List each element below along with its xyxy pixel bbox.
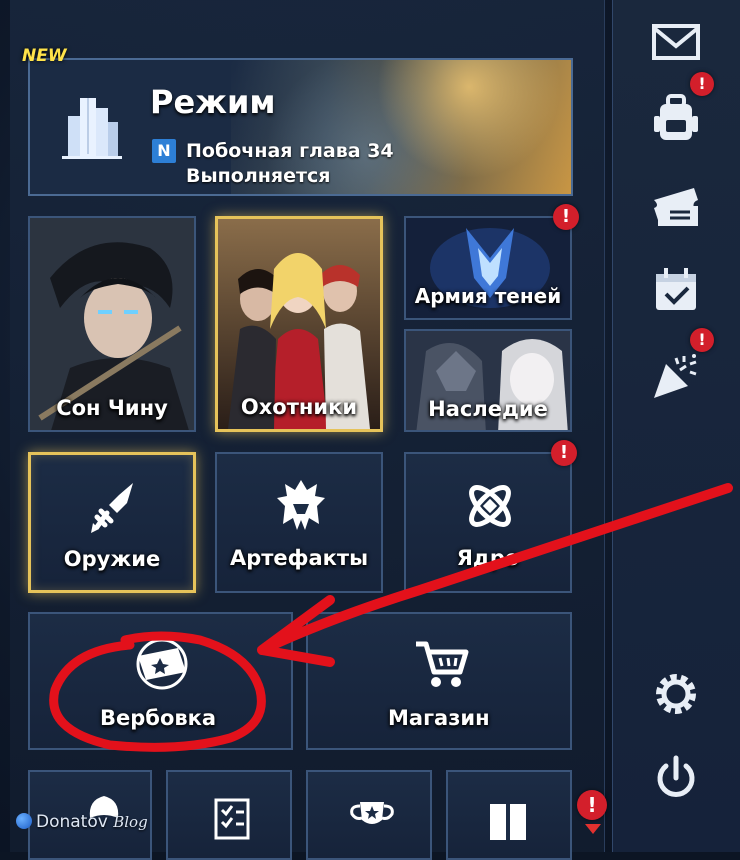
recruit-ticket-icon xyxy=(136,638,188,690)
backpack-icon[interactable] xyxy=(650,92,702,144)
alert-badge-events: ! xyxy=(690,328,714,352)
alert-badge-shadow-army: ! xyxy=(553,204,579,230)
tile-label-core: Ядро xyxy=(456,546,520,570)
city-buildings-icon xyxy=(62,98,122,159)
tile-sung-jinwoo[interactable]: Сон Чину xyxy=(28,216,196,432)
footer-brand: Donatov Blog xyxy=(16,812,148,832)
footer-blog-label: Blog xyxy=(113,813,148,831)
mode-title: Режим xyxy=(150,83,276,121)
power-icon[interactable] xyxy=(650,752,702,804)
mode-chapter: Побочная глава 34 xyxy=(186,140,394,162)
mode-status: Выполняется xyxy=(186,165,331,187)
tile-bottom-4[interactable] xyxy=(446,770,572,860)
calendar-check-icon[interactable] xyxy=(650,264,702,316)
tile-artifacts[interactable]: Артефакты xyxy=(215,452,383,593)
new-tag: NEW xyxy=(22,46,67,66)
tile-legacy[interactable]: Наследие xyxy=(404,329,572,432)
settings-icon[interactable] xyxy=(650,668,702,720)
tile-label-shadow-army: Армия теней xyxy=(414,284,562,308)
scroll-down-arrow-icon[interactable] xyxy=(585,824,601,834)
trophy-icon xyxy=(350,802,394,824)
tile-hunters[interactable]: Охотники xyxy=(215,216,383,432)
book-icon xyxy=(490,804,526,840)
ticket-icon[interactable] xyxy=(650,180,702,232)
footer-brand-name: Donatov xyxy=(36,812,108,832)
party-popper-icon[interactable] xyxy=(650,350,702,402)
tile-bottom-2[interactable] xyxy=(166,770,292,860)
tile-label-recruit: Вербовка xyxy=(100,706,217,730)
atom-icon xyxy=(469,485,511,527)
tile-label-sung-jinwoo: Сон Чину xyxy=(56,396,168,420)
tile-label-weapons: Оружие xyxy=(63,547,161,571)
mail-icon[interactable] xyxy=(650,16,702,68)
brand-logo-icon xyxy=(16,813,32,829)
chapter-badge: N xyxy=(152,139,176,163)
alert-badge-core: ! xyxy=(551,440,577,466)
tile-label-legacy: Наследие xyxy=(428,397,548,421)
tile-weapons[interactable]: Оружие xyxy=(28,452,196,593)
tile-label-hunters: Охотники xyxy=(240,395,358,419)
tile-bottom-3[interactable] xyxy=(306,770,432,860)
checklist-icon xyxy=(214,798,250,840)
tile-label-artifacts: Артефакты xyxy=(229,546,369,570)
sword-icon xyxy=(91,483,133,533)
shopping-cart-icon xyxy=(416,641,469,687)
alert-badge-more: ! xyxy=(577,790,607,820)
tile-core[interactable]: Ядро xyxy=(404,452,572,593)
tile-shadow-army[interactable]: Армия теней xyxy=(404,216,572,320)
tile-shop[interactable]: Магазин xyxy=(306,612,572,750)
helmet-icon xyxy=(277,480,325,530)
tile-label-shop: Магазин xyxy=(388,706,490,730)
tile-recruit[interactable]: Вербовка xyxy=(28,612,293,750)
